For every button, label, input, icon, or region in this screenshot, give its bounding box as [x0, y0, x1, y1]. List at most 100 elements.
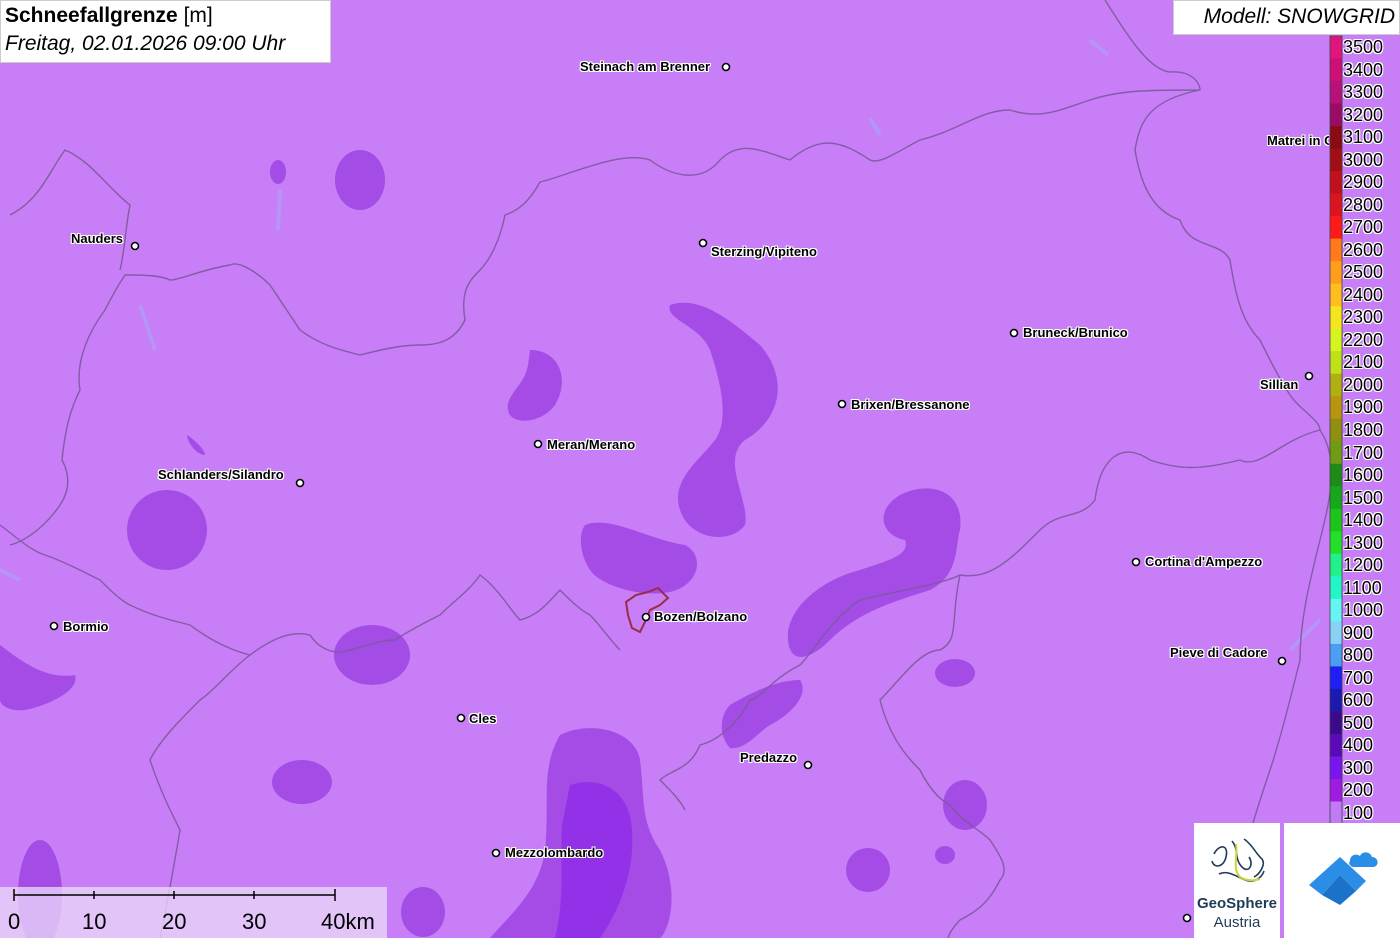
- legend-swatch: [1330, 643, 1342, 667]
- legend-tick-label: 200: [1343, 780, 1374, 801]
- legend-swatch: [1330, 306, 1342, 330]
- legend-swatch: [1330, 351, 1342, 375]
- legend-tick-label: 3300: [1343, 82, 1384, 103]
- geosphere-swirl-icon: [1211, 838, 1265, 882]
- geosphere-name: GeoSphere: [1196, 895, 1278, 912]
- legend-tick-label: 800: [1343, 645, 1374, 666]
- model-panel: Modell: SNOWGRID: [1173, 0, 1400, 35]
- legend-tick-label: 1400: [1343, 510, 1384, 531]
- city-label: Sillian: [1260, 377, 1299, 392]
- legend-tick-label: 1900: [1343, 397, 1384, 418]
- legend-swatch: [1330, 598, 1342, 622]
- legend-swatch: [1330, 171, 1342, 195]
- legend-tick-label: 3000: [1343, 149, 1384, 170]
- legend-tick-label: 2300: [1343, 307, 1384, 328]
- city-label: Nauders: [71, 231, 124, 246]
- city-label: Mezzolombardo: [505, 845, 604, 860]
- city-label: Brixen/Bressanone: [851, 397, 970, 412]
- legend-tick-label: 600: [1343, 690, 1374, 711]
- legend-tick-label: 100: [1343, 802, 1374, 823]
- legend-swatch: [1330, 396, 1342, 420]
- legend-tick-label: 3100: [1343, 127, 1384, 148]
- legend-swatch: [1330, 553, 1342, 577]
- map-subtitle: Freitag, 02.01.2026 09:00 Uhr: [5, 32, 286, 55]
- legend-swatch: [1330, 103, 1342, 127]
- legend-tick-label: 1600: [1343, 465, 1384, 486]
- legend-tick-label: 2100: [1343, 352, 1384, 373]
- legend-tick-label: 2800: [1343, 194, 1384, 215]
- legend-tick-label: 1300: [1343, 532, 1384, 553]
- geosphere-logo[interactable]: GeoSphere Austria: [1194, 823, 1280, 938]
- city-label: Schlanders/Silandro: [158, 467, 284, 482]
- legend-swatch: [1330, 576, 1342, 600]
- legend-swatch: [1330, 328, 1342, 352]
- legend-swatch: [1330, 666, 1342, 690]
- legend-swatch: [1330, 81, 1342, 105]
- legend-tick-label: 1500: [1343, 487, 1384, 508]
- model-label: Modell: SNOWGRID: [1203, 5, 1395, 28]
- city-label: Cortina d'Ampezzo: [1145, 554, 1263, 569]
- legend-swatch: [1330, 508, 1342, 532]
- legend-tick-label: 3200: [1343, 104, 1384, 125]
- legend-swatch: [1330, 418, 1342, 442]
- legend-tick-label: 700: [1343, 667, 1374, 688]
- legend-tick-label: 2500: [1343, 262, 1384, 283]
- legend-swatch: [1330, 621, 1342, 645]
- legend-swatch: [1330, 463, 1342, 487]
- geosphere-country: Austria: [1213, 914, 1261, 931]
- legend-swatch: [1330, 756, 1342, 780]
- legend-swatch: [1330, 261, 1342, 285]
- legend-tick-label: 2200: [1343, 329, 1384, 350]
- legend-tick-label: 2700: [1343, 217, 1384, 238]
- legend-tick-label: 1100: [1343, 577, 1382, 598]
- city-label: Predazzo: [740, 750, 798, 765]
- legend-swatch: [1330, 238, 1342, 262]
- legend-tick-label: 400: [1343, 735, 1374, 756]
- city-label: Matrei in Osttirol: [1267, 133, 1329, 148]
- snowgrid-logo[interactable]: [1284, 823, 1400, 938]
- legend-tick-label: 1800: [1343, 420, 1384, 440]
- city-label: Pieve di Cadore: [1170, 645, 1268, 660]
- city-label: Bozen/Bolzano: [654, 609, 748, 624]
- legend-tick-label: 1700: [1343, 442, 1384, 463]
- title-panel: Schneefallgrenze [m] Freitag, 02.01.2026…: [0, 0, 331, 63]
- legend-swatch: [1330, 126, 1342, 150]
- legend-tick-label: 2900: [1343, 172, 1384, 193]
- legend-swatch: [1330, 778, 1342, 802]
- scale-label: 40km: [321, 909, 375, 934]
- legend-color-bar: [1329, 35, 1343, 825]
- legend-swatch: [1330, 688, 1342, 712]
- title-text: Schneefallgrenze: [5, 4, 178, 27]
- legend-swatch: [1330, 531, 1342, 555]
- city-label: Steinach am Brenner: [580, 59, 711, 74]
- legend-swatch: [1330, 733, 1342, 757]
- city-label: Cles: [469, 711, 497, 726]
- legend-swatch: [1330, 711, 1342, 735]
- legend-swatch: [1330, 216, 1342, 240]
- legend-swatch: [1330, 148, 1342, 172]
- legend-tick-label: 500: [1343, 712, 1374, 733]
- legend-tick-label: 3400: [1343, 59, 1384, 80]
- city-label: Bruneck/Brunico: [1023, 325, 1128, 340]
- house-snow-icon: [1309, 852, 1378, 905]
- scale-label: 10: [82, 909, 107, 934]
- legend-tick-label: 1200: [1343, 555, 1384, 576]
- scale-label: 20: [162, 909, 187, 934]
- legend-tick-label: 1000: [1343, 600, 1384, 621]
- title-unit: [m]: [183, 4, 213, 27]
- legend-swatch: [1330, 486, 1342, 510]
- legend-tick-label: 300: [1343, 757, 1374, 778]
- legend-swatch: [1330, 283, 1342, 307]
- legend-swatch: [1330, 58, 1342, 82]
- legend-tick-label: 2400: [1343, 284, 1384, 305]
- legend-tick-label: 2600: [1343, 239, 1384, 260]
- city-label: Sterzing/Vipiteno: [711, 244, 817, 259]
- city-label: Bormio: [63, 619, 109, 634]
- city-label: Meran/Merano: [547, 437, 636, 452]
- scale-label: 0: [8, 909, 21, 934]
- legend-swatch: [1330, 441, 1342, 465]
- legend-swatch: [1330, 373, 1342, 397]
- legend-tick-label: 2000: [1343, 374, 1384, 395]
- legend-tick-label: 900: [1343, 622, 1374, 643]
- legend-swatch: [1330, 36, 1342, 60]
